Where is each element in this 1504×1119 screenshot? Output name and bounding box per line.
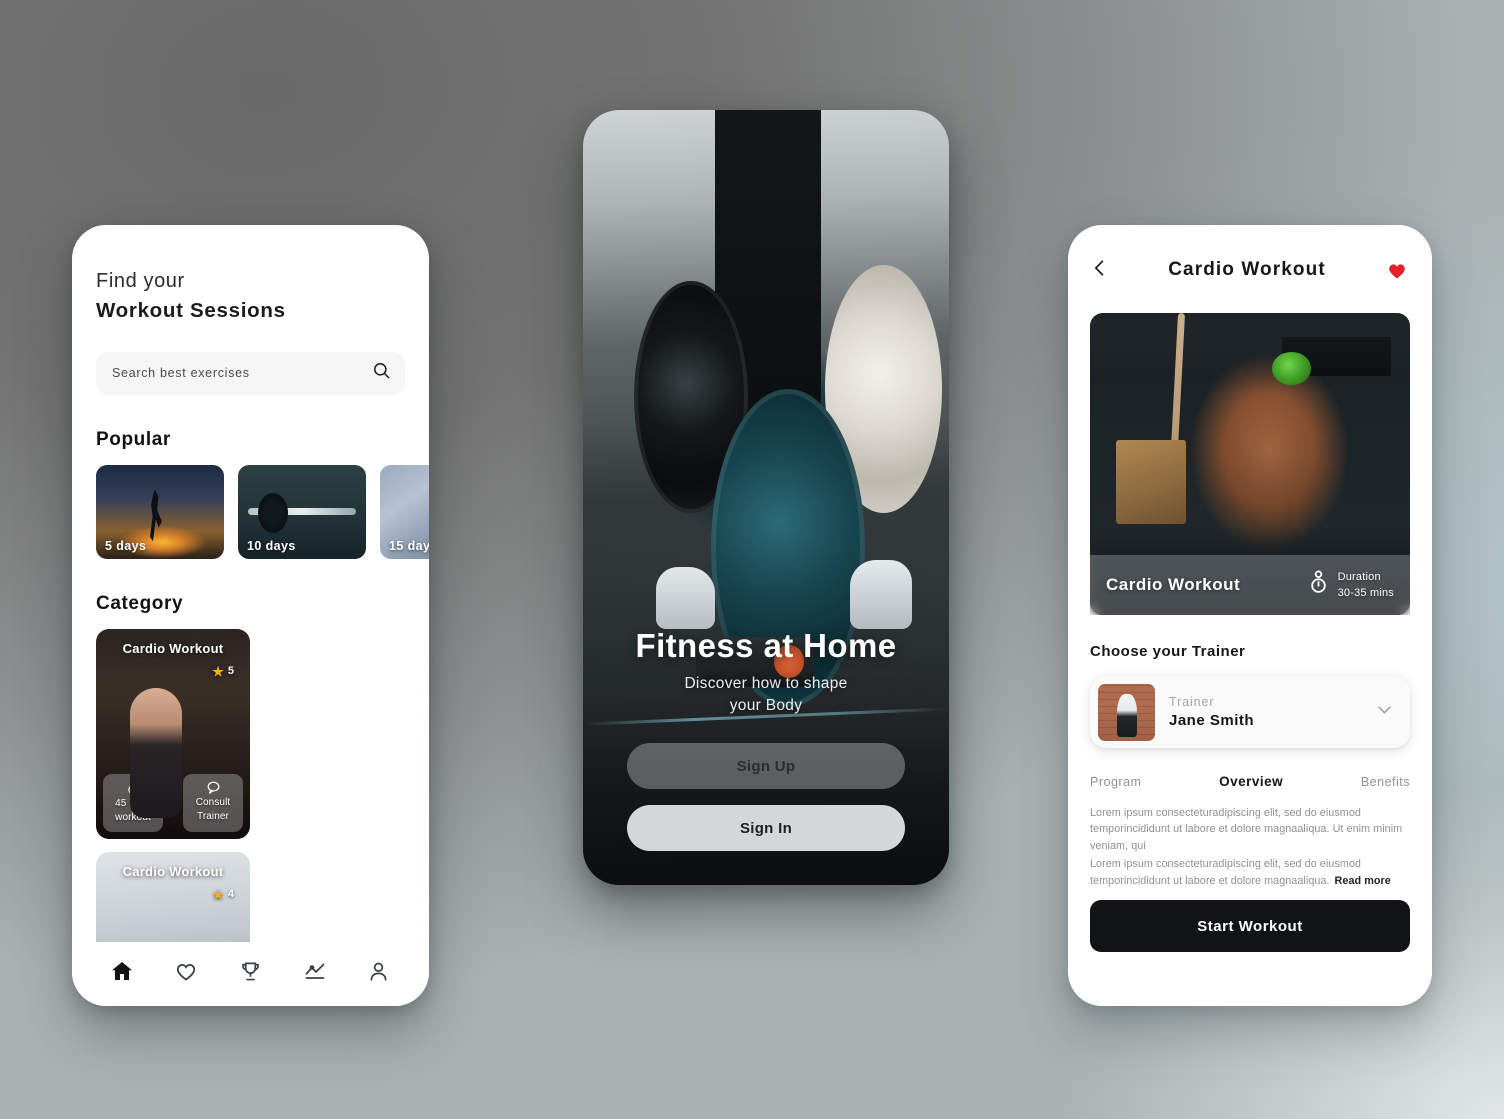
overview-body: Lorem ipsum consecteturadipiscing elit, …	[1090, 805, 1410, 889]
home-heading: Find your Workout Sessions	[96, 267, 405, 326]
heading-line-1: Find your	[96, 270, 185, 292]
detail-header: Cardio Workout	[1090, 253, 1410, 287]
hero-card[interactable]: Cardio Workout Duration 30-35 mins	[1090, 313, 1410, 615]
nav-item-profile[interactable]	[359, 951, 399, 991]
hero-info-bar: Cardio Workout Duration 30-35 mins	[1090, 555, 1410, 615]
duration-badge-line2: workout	[115, 812, 151, 824]
popular-card-10-days[interactable]: 10 days	[238, 464, 366, 559]
chevron-down-icon[interactable]	[1375, 700, 1394, 724]
nav-item-progress[interactable]	[295, 951, 335, 991]
welcome-subtitle-line1: Discover how to shape	[684, 675, 848, 692]
star-icon: ★	[212, 663, 224, 679]
stopwatch-icon	[1308, 570, 1329, 600]
hero-duration-label: Duration	[1337, 570, 1381, 583]
popular-card-label: 5 days	[105, 538, 147, 553]
rating-value: 5	[227, 665, 234, 678]
popular-card-5-days[interactable]: 5 days	[96, 464, 224, 559]
hero-workout-name: Cardio Workout	[1106, 575, 1241, 594]
choose-trainer-title: Choose your Trainer	[1090, 643, 1246, 660]
welcome-content: Fitness at Home Discover how to shape yo…	[583, 627, 949, 885]
popular-section-title: Popular	[96, 428, 171, 450]
rating-value: 4	[227, 888, 234, 901]
phone-detail-screen: Cardio Workout Cardio Workout Duration 3…	[1068, 225, 1432, 1006]
start-workout-button[interactable]: Start Workout	[1090, 900, 1410, 952]
detail-content: Cardio Workout Cardio Workout Duration 3…	[1068, 225, 1432, 889]
hero-duration: Duration 30-35 mins	[1308, 569, 1394, 602]
nav-item-home[interactable]	[102, 951, 142, 991]
category-card-rating: ★ 5	[212, 665, 234, 678]
duration-badge-line1: 45 mins	[115, 797, 151, 809]
popular-card-label: 10 days	[247, 538, 296, 553]
read-more-link[interactable]: Read more	[1335, 875, 1391, 887]
tab-overview[interactable]: Overview	[1219, 774, 1283, 789]
heading-line-2: Workout Sessions	[96, 299, 286, 322]
photo-shoe-right	[850, 559, 913, 630]
category-card-badges: 45 mins workout Consult Trainer	[103, 773, 243, 832]
star-icon: ★	[212, 886, 224, 902]
sign-up-button[interactable]: Sign Up	[627, 743, 905, 789]
stopwatch-icon	[126, 780, 140, 796]
category-section-title: Category	[96, 592, 184, 614]
duration-badge[interactable]: 45 mins workout	[103, 773, 163, 832]
consult-badge-line2: Trainer	[196, 811, 229, 823]
phone-welcome-screen: Fitness at Home Discover how to shape yo…	[583, 110, 949, 885]
trainer-meta: Trainer Jane Smith	[1169, 695, 1361, 729]
category-card-title: Cardio Workout	[122, 640, 224, 656]
category-card-cardio-1[interactable]: Cardio Workout ★ 5 45 mins workout Consu…	[96, 628, 250, 839]
photo-plyo-boxes	[1115, 439, 1186, 525]
hero-duration-text: Duration 30-35 mins	[1338, 569, 1394, 602]
bottom-navigation[interactable]	[72, 942, 429, 1006]
home-content: Find your Workout Sessions Popular 5 day…	[72, 225, 429, 1006]
popular-card-15-days[interactable]: 15 days	[380, 464, 429, 559]
hero-duration-value: 30-35 mins	[1337, 587, 1394, 599]
popular-cards-row[interactable]: 5 days 10 days 15 days	[96, 464, 429, 559]
page-title: Cardio Workout	[1168, 259, 1326, 280]
welcome-subtitle-line2: your Body	[729, 697, 803, 714]
body-paragraph-1: Lorem ipsum consecteturadipiscing elit, …	[1090, 807, 1403, 852]
category-card-rating: ★ 4	[212, 888, 234, 901]
phone-home-screen: Find your Workout Sessions Popular 5 day…	[72, 225, 429, 1006]
search-bar[interactable]	[96, 351, 405, 395]
category-card-title: Cardio Workout	[122, 863, 224, 879]
trainer-name: Jane Smith	[1169, 712, 1255, 729]
search-icon[interactable]	[372, 361, 391, 385]
nav-item-achievements[interactable]	[230, 951, 270, 991]
trainer-label: Trainer	[1169, 695, 1215, 709]
consult-trainer-badge[interactable]: Consult Trainer	[183, 773, 243, 832]
search-input[interactable]	[112, 366, 372, 381]
body-paragraph-2-wrap: Lorem ipsum consecteturadipiscing elit, …	[1090, 856, 1410, 889]
photo-shoe-left	[656, 567, 715, 630]
tab-program[interactable]: Program	[1090, 775, 1141, 789]
trainer-selector[interactable]: Trainer Jane Smith	[1090, 676, 1410, 748]
sign-in-button[interactable]: Sign In	[627, 805, 905, 851]
tab-benefits[interactable]: Benefits	[1361, 775, 1410, 789]
popular-card-label: 15 days	[389, 538, 429, 553]
favorite-button[interactable]	[1384, 257, 1410, 283]
detail-tabs[interactable]: Program Overview Benefits	[1090, 774, 1410, 789]
body-paragraph-2: Lorem ipsum consecteturadipiscing elit, …	[1090, 858, 1361, 887]
trainer-avatar	[1098, 683, 1155, 741]
consult-badge-line1: Consult	[195, 796, 231, 808]
photo-kettlebell	[1272, 352, 1311, 386]
welcome-subtitle: Discover how to shape your Body	[627, 673, 905, 717]
chat-bubble-icon	[206, 780, 221, 795]
welcome-title: Fitness at Home	[635, 627, 897, 664]
nav-item-favorites[interactable]	[166, 951, 206, 991]
back-button[interactable]	[1090, 258, 1110, 283]
